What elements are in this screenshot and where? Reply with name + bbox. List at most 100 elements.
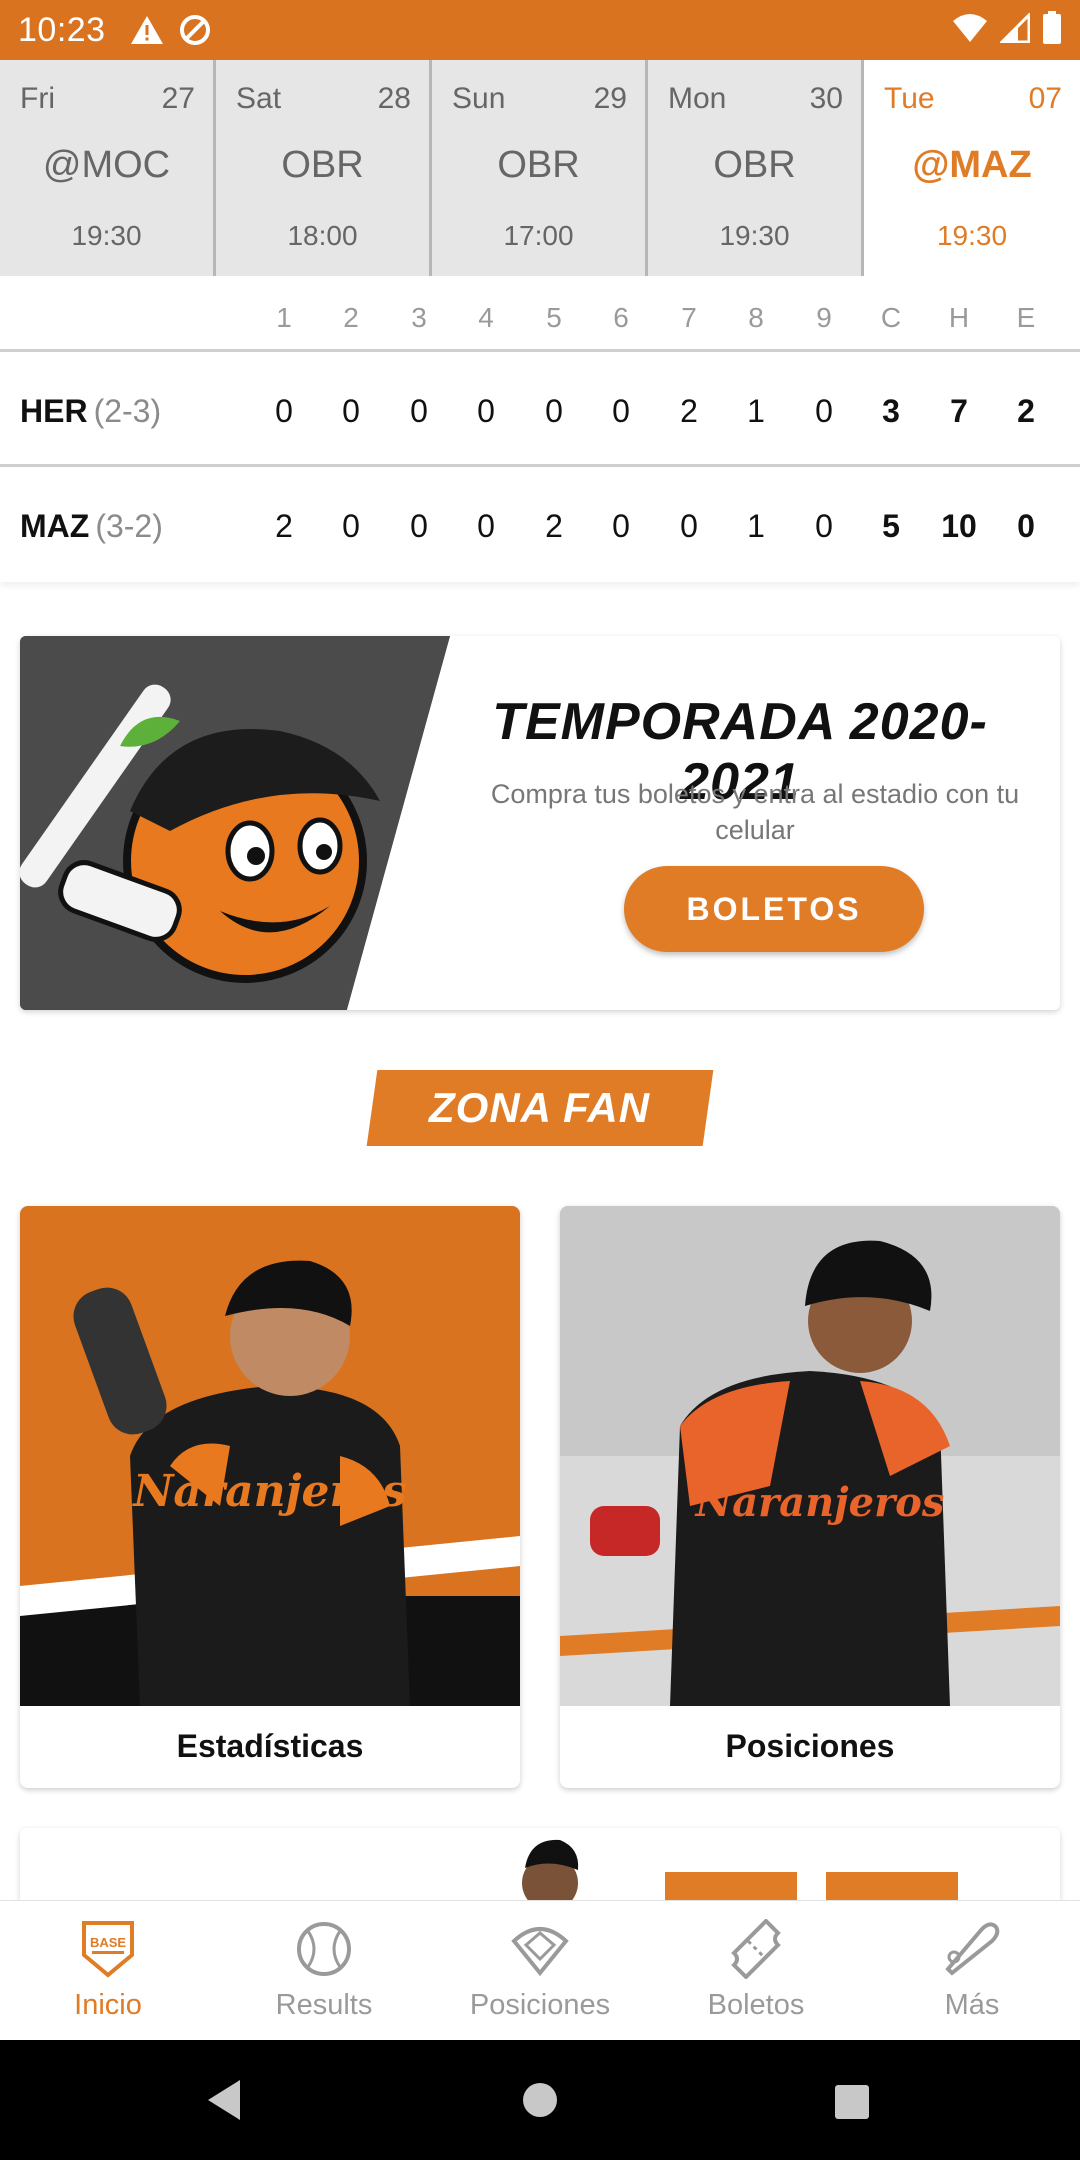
season-promo-card[interactable]: TEMPORADA 2020-2021 Compra tus boletos y… <box>20 636 1060 1010</box>
game-time: 18:00 <box>287 220 358 251</box>
inning-score: 0 <box>410 393 428 429</box>
inning-header: 8 <box>748 302 764 333</box>
bat-icon <box>942 1919 1002 1979</box>
nav-boletos[interactable]: Boletos <box>648 1901 864 2041</box>
bottom-navigation: BASE Inicio Results Posiciones Boletos M… <box>0 1900 1080 2040</box>
team-record: (3-2) <box>95 508 163 544</box>
inning-header: 1 <box>276 302 292 333</box>
team-name: HER (2-3) <box>20 393 162 429</box>
game-day-of-week: Sat <box>236 82 282 115</box>
nav-results[interactable]: Results <box>216 1901 432 2041</box>
diamond-icon <box>510 1919 570 1979</box>
game-opponent: OBR <box>497 144 580 186</box>
inning-header: 3 <box>411 302 427 333</box>
inning-score: 0 <box>410 508 428 544</box>
inning-score: 0 <box>680 508 698 544</box>
errors-header: E <box>1016 302 1036 333</box>
game-tab[interactable]: Fri 27 @MOC 19:30 <box>0 60 216 276</box>
nav-mas[interactable]: Más <box>864 1901 1080 2041</box>
runs-total: 5 <box>882 508 900 544</box>
status-bar: 10:23 <box>0 0 1080 60</box>
inning-score: 0 <box>815 393 833 429</box>
mascot-image <box>20 636 450 1010</box>
nav-inicio[interactable]: BASE Inicio <box>0 1901 216 2041</box>
game-tab[interactable]: Sat 28 OBR 18:00 <box>216 60 432 276</box>
game-date: 07 <box>1028 82 1062 115</box>
game-date: 29 <box>593 82 627 115</box>
inning-header: 7 <box>681 302 697 333</box>
game-time: 19:30 <box>936 220 1008 251</box>
box-score-header: 1 2 3 4 5 6 7 8 9 C H E <box>0 276 1080 352</box>
runs-header: C <box>880 302 902 333</box>
status-time: 10:23 <box>18 10 106 49</box>
inning-header: 4 <box>478 302 494 333</box>
hits-total: 7 <box>950 393 968 429</box>
nav-label: Boletos <box>707 1989 805 2021</box>
inning-score: 0 <box>815 508 833 544</box>
inning-header: 9 <box>816 302 832 333</box>
zona-fan-title: ZONA FAN <box>429 1084 651 1131</box>
hits-total: 10 <box>941 508 977 544</box>
warning-icon <box>130 15 164 45</box>
game-opponent: OBR <box>281 144 364 186</box>
game-tab[interactable]: Sun 29 OBR 17:00 <box>432 60 648 276</box>
stats-card[interactable]: Naranjeros Estadísticas <box>20 1206 520 1788</box>
home-icon[interactable] <box>522 2082 558 2123</box>
game-time: 19:30 <box>719 220 790 251</box>
inning-header: 6 <box>613 302 629 333</box>
nav-label: Inicio <box>74 1989 142 2021</box>
game-opponent: @MAZ <box>912 144 1032 186</box>
recents-icon[interactable] <box>834 2084 870 2125</box>
team-score-row: MAZ (3-2) 2 0 0 0 2 0 0 1 0 5 10 0 <box>0 470 1080 582</box>
inning-score: 0 <box>545 393 563 429</box>
app-screen: 10:23 Fri 27 @MOC 19:30 Sat 28 OBR 18:00… <box>0 0 1080 2160</box>
game-tab[interactable]: Mon 30 OBR 19:30 <box>648 60 864 276</box>
stats-card-label: Estadísticas <box>176 1728 364 1764</box>
inning-score: 1 <box>747 393 765 429</box>
back-icon[interactable] <box>204 2078 244 2127</box>
nav-label: Más <box>944 1989 1000 2021</box>
battery-icon <box>1042 10 1062 50</box>
team-score-row: HER (2-3) 0 0 0 0 0 0 2 1 0 3 7 2 <box>0 355 1080 467</box>
wifi-icon <box>952 13 988 48</box>
hits-header: H <box>948 302 970 333</box>
nav-posiciones[interactable]: Posiciones <box>432 1901 648 2041</box>
inning-score: 0 <box>342 508 360 544</box>
player-photo: Naranjeros <box>20 1206 520 1706</box>
errors-total: 2 <box>1017 393 1035 429</box>
game-day-of-week: Mon <box>668 82 727 115</box>
team-name: MAZ (3-2) <box>20 508 163 544</box>
promo-subtitle: Compra tus boletos y entra al estadio co… <box>490 779 1020 845</box>
game-tab-selected[interactable]: Tue 07 @MAZ 19:30 <box>864 60 1080 276</box>
box-score: 1 2 3 4 5 6 7 8 9 C H E HER (2-3) 0 0 0 0… <box>0 276 1080 576</box>
game-day-of-week: Sun <box>452 82 506 115</box>
inning-score: 2 <box>545 508 563 544</box>
buy-tickets-button[interactable]: BOLETOS <box>624 866 924 952</box>
inning-score: 0 <box>477 393 495 429</box>
errors-total: 0 <box>1017 508 1035 544</box>
svg-text:Naranjeros: Naranjeros <box>131 1466 407 1517</box>
game-date: 27 <box>161 82 195 115</box>
svg-text:BASE: BASE <box>90 1935 126 1950</box>
baseball-icon <box>294 1919 354 1979</box>
nav-label: Results <box>275 1989 373 2021</box>
standings-card[interactable]: Naranjeros Posiciones <box>560 1206 1060 1788</box>
inning-score: 1 <box>747 508 765 544</box>
home-plate-icon: BASE <box>78 1919 138 1979</box>
cell-signal-icon <box>998 10 1031 48</box>
standings-card-label: Posiciones <box>725 1728 895 1764</box>
no-sync-icon <box>178 13 212 47</box>
game-date: 28 <box>377 82 411 115</box>
team-record: (2-3) <box>93 393 162 429</box>
nav-label: Posiciones <box>469 1989 611 2021</box>
game-time: 19:30 <box>71 220 142 251</box>
schedule-strip: Fri 27 @MOC 19:30 Sat 28 OBR 18:00 Sun 2… <box>0 60 1080 276</box>
inning-score: 0 <box>612 508 630 544</box>
inning-score: 2 <box>680 393 698 429</box>
inning-score: 0 <box>477 508 495 544</box>
zona-fan-banner: ZONA FAN <box>366 1070 714 1146</box>
svg-text:Naranjeros: Naranjeros <box>694 1479 945 1526</box>
game-opponent: OBR <box>713 144 796 186</box>
inning-score: 0 <box>275 393 293 429</box>
game-date: 30 <box>809 82 843 115</box>
